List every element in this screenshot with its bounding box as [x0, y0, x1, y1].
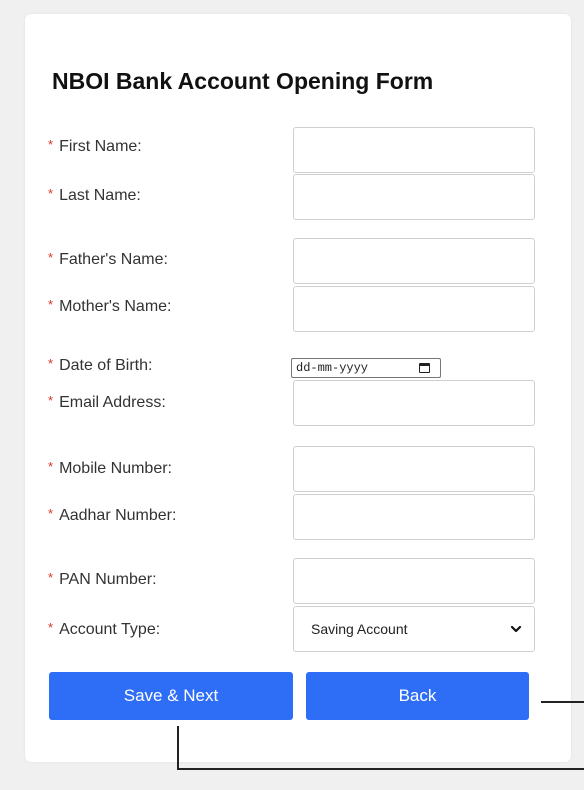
last-name-label: * Last Name: — [48, 186, 141, 204]
last-name-input[interactable] — [293, 174, 535, 220]
connector-line — [177, 726, 179, 769]
mother-name-input[interactable] — [293, 286, 535, 332]
account-type-select[interactable]: Saving Account — [293, 606, 535, 652]
back-button[interactable]: Back — [306, 672, 529, 720]
father-name-label: * Father's Name: — [48, 250, 168, 268]
required-marker: * — [48, 356, 54, 371]
dob-placeholder: dd-mm-yyyy — [296, 361, 369, 375]
father-name-input[interactable] — [293, 238, 535, 284]
mother-name-label: * Mother's Name: — [48, 297, 172, 315]
account-type-selected: Saving Account — [311, 621, 408, 637]
required-marker: * — [48, 459, 54, 474]
connector-line — [177, 768, 584, 770]
chevron-down-icon — [510, 625, 522, 633]
page-title: NBOI Bank Account Opening Form — [52, 68, 434, 94]
required-marker: * — [48, 297, 54, 312]
pan-label: * PAN Number: — [48, 570, 157, 588]
required-marker: * — [48, 570, 54, 585]
email-input[interactable] — [293, 380, 535, 426]
aadhar-input[interactable] — [293, 494, 535, 540]
required-marker: * — [48, 620, 54, 635]
mobile-input[interactable] — [293, 446, 535, 492]
required-marker: * — [48, 393, 54, 408]
required-marker: * — [48, 506, 54, 521]
required-marker: * — [48, 186, 54, 201]
required-marker: * — [48, 250, 54, 265]
account-type-label: * Account Type: — [48, 620, 161, 638]
required-marker: * — [48, 137, 54, 152]
mobile-label: * Mobile Number: — [48, 459, 172, 477]
email-label: * Email Address: — [48, 393, 166, 411]
dob-label: * Date of Birth: — [48, 356, 153, 374]
calendar-icon[interactable] — [419, 363, 430, 373]
dob-date-input[interactable]: dd-mm-yyyy — [291, 358, 441, 378]
connector-line — [541, 701, 584, 703]
pan-input[interactable] — [293, 558, 535, 604]
first-name-input[interactable] — [293, 127, 535, 173]
save-next-button[interactable]: Save & Next — [49, 672, 293, 720]
first-name-label: * First Name: — [48, 137, 142, 155]
aadhar-label: * Aadhar Number: — [48, 506, 177, 524]
